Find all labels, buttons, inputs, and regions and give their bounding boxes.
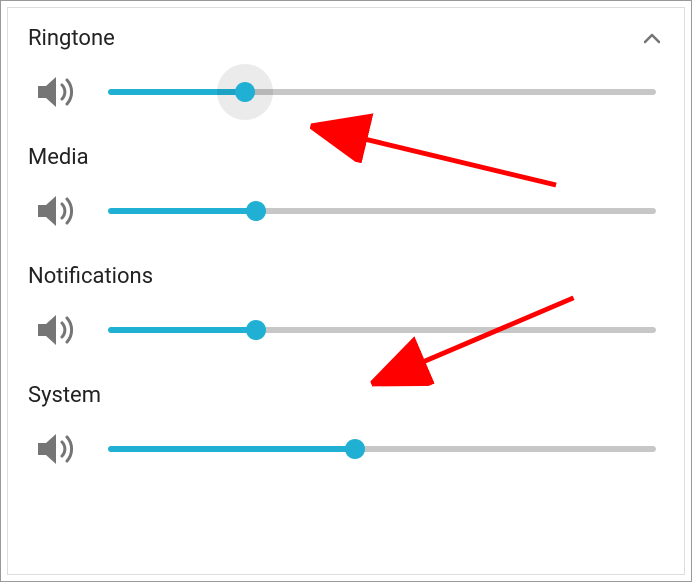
notifications-slider[interactable] [108,315,656,345]
ringtone-slider-row [28,55,664,137]
volume-panel: Ringtone Media [7,7,685,575]
ringtone-slider[interactable] [108,77,656,107]
slider-thumb[interactable] [235,82,255,102]
notifications-label: Notifications [28,264,153,289]
system-label: System [28,383,101,408]
ringtone-header: Ringtone [28,18,664,55]
media-header: Media [28,137,664,174]
media-label: Media [28,145,89,170]
speaker-icon [34,192,80,230]
ringtone-label: Ringtone [28,26,115,51]
slider-thumb[interactable] [345,439,365,459]
speaker-icon [34,311,80,349]
notifications-slider-row [28,293,664,375]
chevron-up-icon[interactable] [640,27,664,51]
speaker-icon [34,430,80,468]
slider-fill [108,327,256,333]
slider-thumb[interactable] [246,320,266,340]
slider-thumb[interactable] [246,201,266,221]
media-slider-row [28,174,664,256]
media-slider[interactable] [108,196,656,226]
system-slider[interactable] [108,434,656,464]
speaker-icon [34,73,80,111]
system-slider-row [28,412,664,494]
window-frame: Ringtone Media [0,0,692,582]
system-header: System [28,375,664,412]
slider-fill [108,208,256,214]
slider-fill [108,446,355,452]
notifications-header: Notifications [28,256,664,293]
